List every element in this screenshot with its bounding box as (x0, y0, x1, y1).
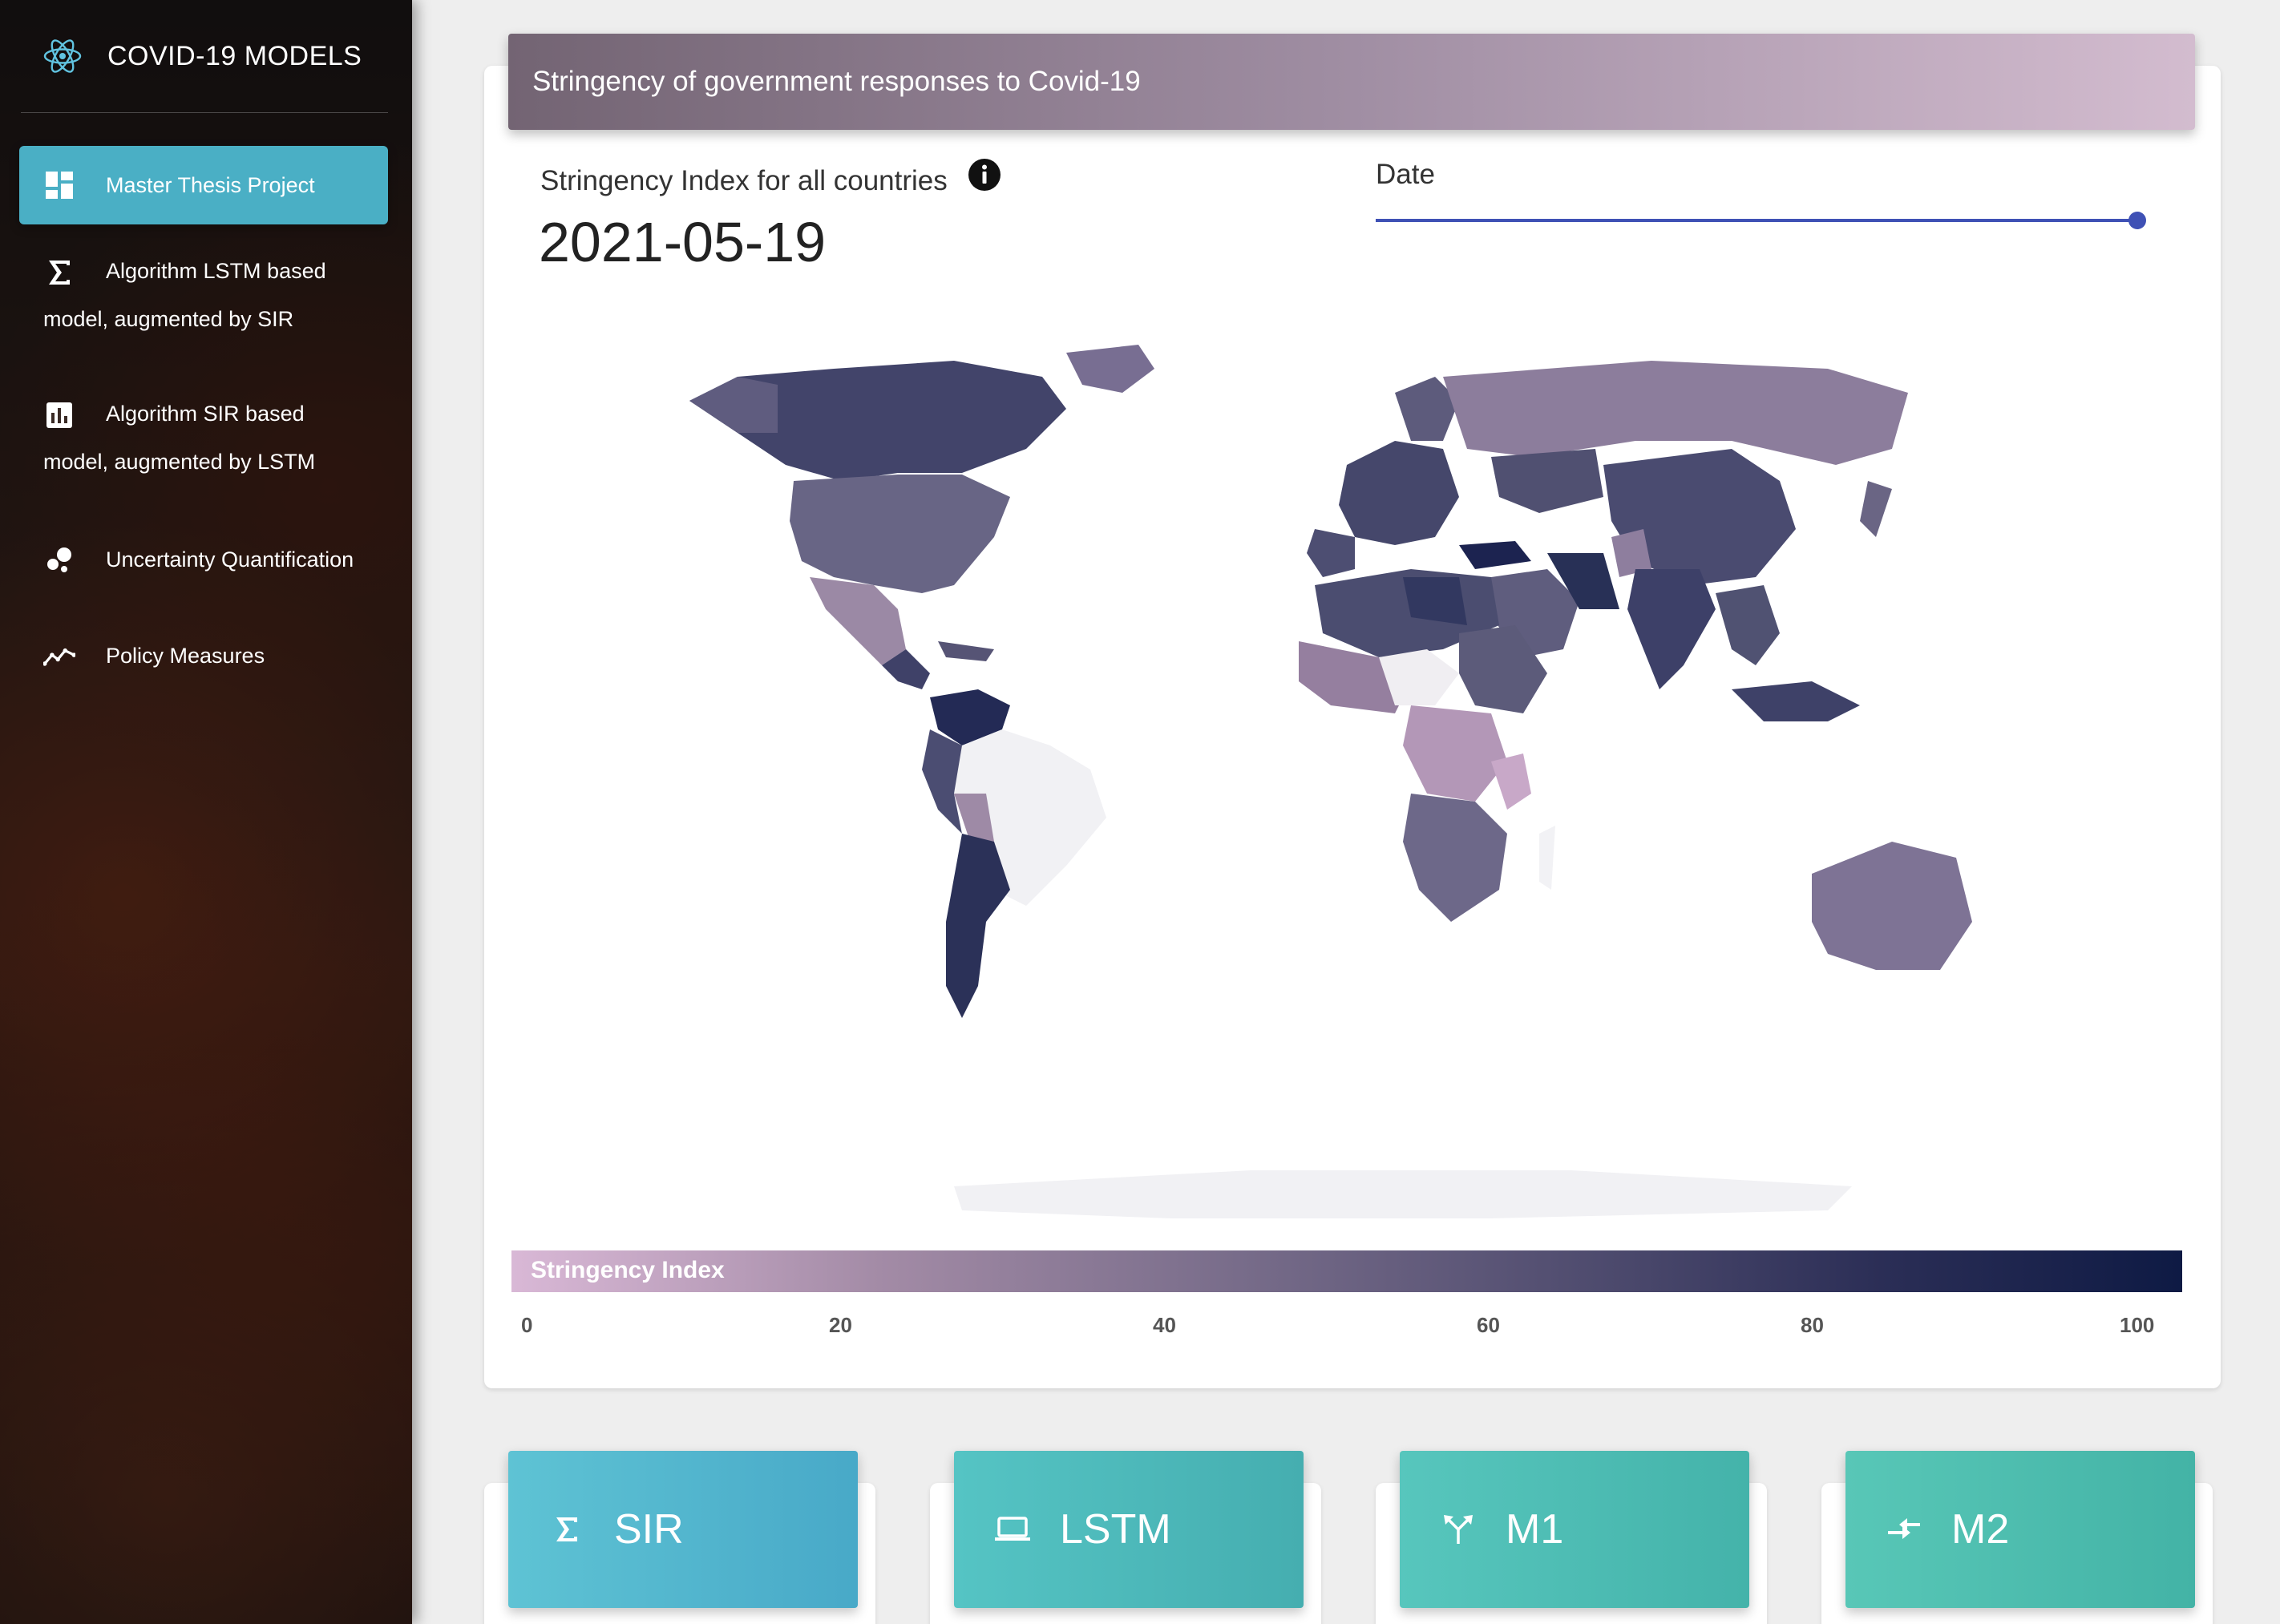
compare-arrows-icon (1886, 1511, 1922, 1548)
model-card-m2[interactable]: M2 (1845, 1451, 2195, 1608)
laptop-icon (994, 1511, 1031, 1548)
trend-line-icon (43, 640, 75, 672)
model-card-label: M1 (1506, 1506, 1564, 1553)
region-antarctica (954, 1170, 1852, 1218)
date-slider[interactable] (1376, 208, 2161, 232)
sidebar-item-label: Master Thesis Project (106, 173, 315, 197)
region-tanzania (1491, 753, 1531, 810)
region-australia (1812, 842, 1972, 970)
sigma-icon (43, 257, 75, 289)
date-slider-label: Date (1376, 159, 1435, 190)
region-india (1627, 569, 1716, 689)
index-label: Stringency Index for all countries (540, 165, 948, 196)
sidebar-item-policy-measures[interactable]: Policy Measures (19, 608, 388, 704)
sidebar-item-label: model, augmented by LSTM (43, 450, 316, 474)
card-header-title: Stringency of government responses to Co… (532, 66, 1141, 97)
card-header: Stringency of government responses to Co… (508, 34, 2195, 130)
sidebar-item-label: Algorithm LSTM based (106, 259, 326, 283)
region-central-africa (1403, 705, 1507, 802)
region-greenland (1066, 345, 1154, 393)
sidebar-item-lstm-algorithm[interactable]: Algorithm LSTM based model, augmented by… (19, 224, 388, 367)
model-card-sir[interactable]: SIR (508, 1451, 858, 1608)
colorbar-tick: 20 (829, 1313, 852, 1337)
region-indonesia (1732, 681, 1860, 721)
region-peru (922, 729, 962, 834)
dashboard-icon (43, 169, 75, 201)
brand-title: COVID-19 MODELS (107, 40, 362, 71)
region-europe-west (1339, 441, 1459, 545)
region-russia (1443, 361, 1908, 465)
sidebar-item-master-thesis[interactable]: Master Thesis Project (19, 146, 388, 224)
react-atom-icon (43, 39, 82, 73)
slider-thumb[interactable] (2128, 212, 2147, 229)
sidebar-nav: Master Thesis Project Algorithm LSTM bas… (19, 146, 388, 704)
bar-chart-icon (43, 399, 75, 431)
sidebar-item-label: Uncertainty Quantification (106, 547, 354, 572)
sigma-icon (548, 1511, 585, 1548)
selected-date: 2021-05-19 (539, 211, 827, 273)
model-card-label: LSTM (1060, 1506, 1171, 1553)
region-japan (1860, 481, 1892, 537)
info-icon[interactable] (967, 157, 1002, 192)
model-card-m1[interactable]: M1 (1400, 1451, 1749, 1608)
brand-divider (21, 112, 388, 113)
sidebar-item-label: model, augmented by SIR (43, 307, 294, 331)
region-kazakhstan (1491, 449, 1603, 513)
region-southeast-asia (1716, 585, 1780, 665)
colorbar-title: Stringency Index (531, 1257, 725, 1283)
region-madagascar (1539, 826, 1555, 890)
brand[interactable]: COVID-19 MODELS (0, 0, 412, 112)
colorbar-tick: 100 (2120, 1313, 2155, 1337)
colorbar-tick: 80 (1801, 1313, 1824, 1337)
merge-icon (1440, 1511, 1477, 1548)
world-choropleth-map[interactable] (689, 345, 2020, 1234)
model-card-lstm[interactable]: LSTM (954, 1451, 1304, 1608)
region-southern-africa (1403, 794, 1507, 922)
bubble-icon (43, 543, 75, 576)
model-card-label: M2 (1951, 1506, 2010, 1553)
sidebar-item-uncertainty[interactable]: Uncertainty Quantification (19, 511, 388, 608)
model-card-label: SIR (614, 1506, 684, 1553)
sidebar-item-sir-algorithm[interactable]: Algorithm SIR based model, augmented by … (19, 367, 388, 511)
region-mexico (810, 577, 906, 665)
sidebar-item-label: Policy Measures (106, 644, 265, 668)
region-caribbean (938, 641, 994, 661)
sidebar-item-label: Algorithm SIR based (106, 402, 305, 426)
region-iberia (1307, 529, 1355, 577)
colorbar-tick: 40 (1153, 1313, 1176, 1337)
region-usa (790, 475, 1010, 593)
stringency-colorbar (511, 1250, 2182, 1292)
region-turkey (1459, 541, 1531, 569)
region-alaska (689, 377, 778, 433)
colorbar-tick: 0 (521, 1313, 533, 1337)
region-argentina-chile (946, 834, 1010, 1018)
slider-track[interactable] (1376, 219, 2145, 222)
colorbar-tick: 60 (1477, 1313, 1500, 1337)
sidebar: COVID-19 MODELS Master Thesis Project Al… (0, 0, 412, 1624)
